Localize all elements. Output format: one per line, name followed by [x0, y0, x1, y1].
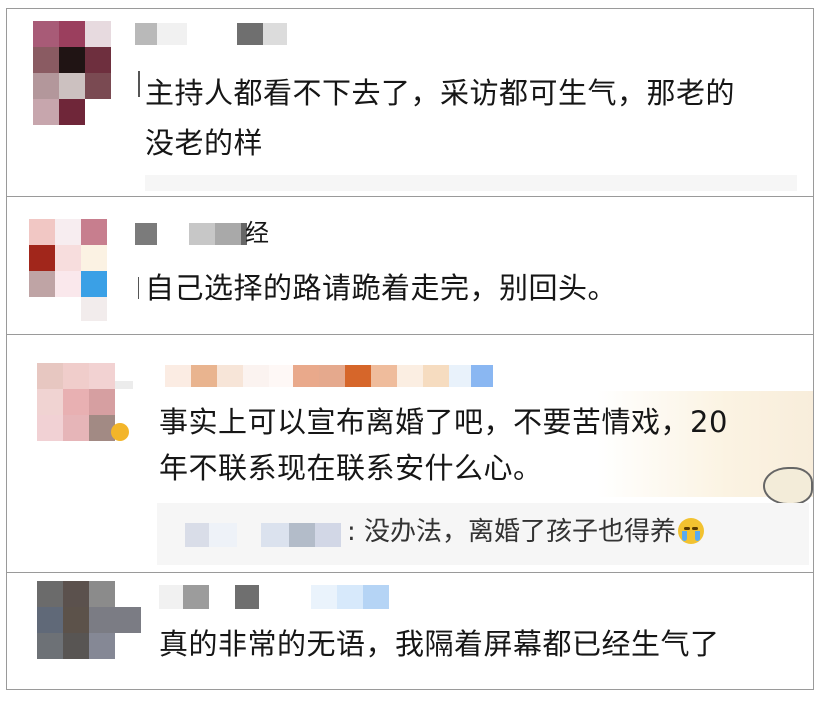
username-pixelated[interactable]: 经 [135, 219, 315, 249]
username-pixelated[interactable] [165, 363, 505, 389]
username-pixelated[interactable] [135, 21, 315, 49]
avatar[interactable] [27, 219, 111, 323]
username-suffix: 经 [245, 219, 270, 247]
reply-box[interactable]: : 没办法，离婚了孩子也得养 [157, 503, 809, 565]
comment-text-line2: 年不联系现在联系安什么心。 [159, 451, 543, 485]
comment-text-line2: 没老的样 [145, 126, 264, 160]
verified-badge-icon [111, 423, 129, 441]
reply-text-content: : 没办法，离婚了孩子也得养 [347, 517, 677, 547]
comment-card: 主持人都看不下去了，采访都可生气，那老的 没老的样 [6, 8, 814, 198]
comment-card: 经 自己选择的路请跪着走完，别回头。 [6, 196, 814, 336]
comment-text: 主持人都看不下去了，采访都可生气，那老的 [145, 76, 736, 110]
comment-footer-bar [145, 175, 797, 191]
avatar[interactable] [37, 363, 133, 443]
comment-text: 自己选择的路请跪着走完，别回头。 [145, 271, 618, 305]
reply-username-pixelated[interactable] [185, 523, 345, 547]
crying-face-icon [678, 518, 705, 544]
comment-card: 事实上可以宣布离婚了吧，不要苦情戏，20 年不联系现在联系安什么心。 : 没办法… [6, 334, 814, 574]
fish-sticker-icon [763, 467, 813, 505]
username-pixelated[interactable] [159, 585, 399, 611]
comment-text: 真的非常的无语，我隔着屏幕都已经生气了 [159, 627, 720, 661]
comment-card: 真的非常的无语，我隔着屏幕都已经生气了 [6, 572, 814, 690]
avatar[interactable] [33, 21, 111, 125]
reply-text: : 没办法，离婚了孩子也得养 [347, 511, 705, 553]
avatar[interactable] [37, 581, 141, 665]
comment-text: 事实上可以宣布离婚了吧，不要苦情戏，20 [159, 405, 728, 439]
